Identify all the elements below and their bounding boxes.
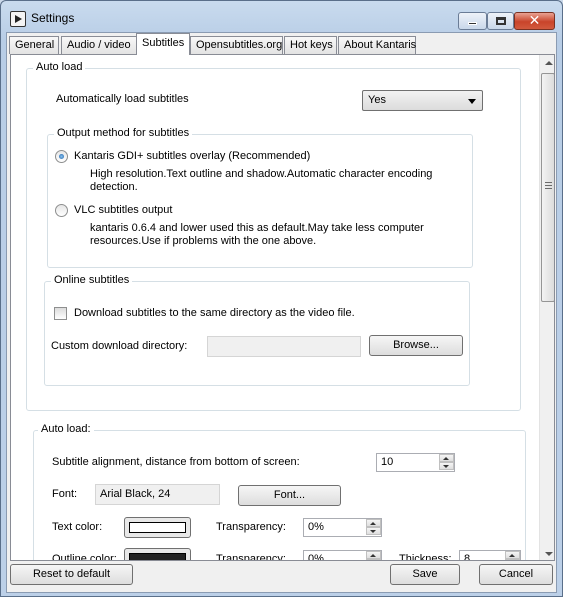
tab-about-kantaris[interactable]: About Kantaris: [338, 36, 416, 54]
subtitles-tab-panel: Auto load Automatically load subtitles Y…: [10, 54, 555, 561]
vlc-output-description-line2: resources.Use if problems with the one a…: [90, 235, 317, 247]
dialog-client-area: General Audio / video Subtitles Opensubt…: [6, 32, 557, 593]
subtitle-appearance-group-label: Auto load:: [38, 423, 94, 435]
tab-audio-video[interactable]: Audio / video: [61, 36, 137, 54]
browse-button[interactable]: Browse...: [369, 335, 463, 356]
text-transparency-label: Transparency:: [216, 521, 286, 533]
minimize-icon: [468, 22, 477, 25]
scroll-down-arrow-icon[interactable]: [540, 545, 554, 560]
gdi-overlay-description-line1: High resolution.Text outline and shadow.…: [90, 168, 433, 180]
tab-general[interactable]: General: [9, 36, 59, 54]
close-button[interactable]: ✕: [514, 12, 555, 30]
output-method-group-label: Output method for subtitles: [54, 127, 193, 139]
tab-opensubtitles[interactable]: Opensubtitles.org: [190, 36, 283, 54]
text-color-swatch: [129, 522, 186, 533]
auto-load-group-label: Auto load: [33, 61, 86, 73]
kantaris-app-icon: [10, 11, 26, 27]
subtitle-alignment-spin-buttons: [439, 454, 454, 471]
text-transparency-spinner[interactable]: 0%: [303, 518, 382, 537]
gdi-overlay-radio[interactable]: [55, 150, 68, 163]
scroll-up-arrow-icon[interactable]: [540, 55, 554, 72]
spin-down-icon[interactable]: [366, 559, 381, 560]
vlc-output-description-line1: kantaris 0.6.4 and lower used this as de…: [90, 222, 424, 234]
tab-strip: General Audio / video Subtitles Opensubt…: [7, 33, 556, 55]
online-subtitles-group-label: Online subtitles: [51, 274, 133, 286]
outline-transparency-spinner[interactable]: 0%: [303, 550, 382, 561]
vlc-output-label[interactable]: VLC subtitles output: [74, 204, 172, 216]
maximize-button[interactable]: [487, 12, 514, 30]
gdi-overlay-label[interactable]: Kantaris GDI+ subtitles overlay (Recomme…: [74, 150, 310, 162]
output-method-group: Output method for subtitles Kantaris GDI…: [47, 127, 473, 268]
custom-download-directory-label: Custom download directory:: [51, 340, 188, 352]
thickness-spin-buttons: [505, 551, 520, 560]
font-label: Font:: [52, 488, 78, 500]
tab-hot-keys[interactable]: Hot keys: [284, 36, 337, 54]
outline-color-label: Outline color:: [52, 553, 117, 561]
spin-down-icon[interactable]: [439, 462, 454, 470]
auto-load-subtitles-label: Automatically load subtitles: [56, 93, 189, 105]
window-title: Settings: [31, 11, 75, 25]
download-same-directory-label[interactable]: Download subtitles to the same directory…: [74, 307, 355, 319]
vlc-output-radio[interactable]: [55, 204, 68, 217]
scroll-content: Auto load Automatically load subtitles Y…: [11, 55, 538, 561]
outline-color-swatch: [129, 553, 186, 560]
auto-load-subtitles-dropdown[interactable]: Yes: [362, 90, 483, 111]
chevron-down-icon: [468, 99, 476, 104]
subtitle-alignment-spinner[interactable]: 10: [376, 453, 455, 472]
font-button[interactable]: Font...: [238, 485, 341, 506]
spin-down-icon[interactable]: [366, 527, 381, 535]
settings-window: Settings ✕ General Audio / video Subtitl…: [0, 0, 563, 597]
minimize-button[interactable]: [458, 12, 487, 30]
save-button[interactable]: Save: [390, 564, 460, 585]
text-color-button[interactable]: [124, 517, 191, 538]
online-subtitles-group: Online subtitles Download subtitles to t…: [44, 274, 470, 386]
tab-subtitles[interactable]: Subtitles: [136, 33, 190, 55]
auto-load-group: Auto load Automatically load subtitles Y…: [26, 61, 521, 411]
spin-up-icon[interactable]: [505, 551, 520, 559]
maximize-icon: [495, 17, 506, 25]
thickness-label: Thickness:: [399, 553, 452, 561]
outline-transparency-label: Transparency:: [216, 553, 286, 561]
outline-transparency-spin-buttons: [366, 551, 381, 560]
text-transparency-spin-buttons: [366, 519, 381, 536]
download-same-directory-checkbox[interactable]: [54, 307, 67, 320]
text-color-label: Text color:: [52, 521, 103, 533]
text-transparency-value: 0%: [308, 521, 324, 533]
gdi-overlay-description-line2: detection.: [90, 181, 138, 193]
outline-color-button[interactable]: [124, 548, 191, 560]
vertical-scrollbar[interactable]: [539, 55, 554, 560]
outline-transparency-value: 0%: [308, 553, 324, 561]
spin-up-icon[interactable]: [366, 551, 381, 559]
scrollbar-thumb[interactable]: [541, 73, 554, 302]
spin-up-icon[interactable]: [439, 454, 454, 462]
custom-download-directory-field[interactable]: [207, 336, 361, 357]
reset-to-default-button[interactable]: Reset to default: [10, 564, 133, 585]
title-bar[interactable]: Settings ✕: [1, 1, 562, 33]
auto-load-subtitles-value: Yes: [368, 94, 386, 106]
scrollbar-grip-icon: [545, 182, 552, 190]
close-icon: ✕: [528, 13, 541, 29]
spin-down-icon[interactable]: [505, 559, 520, 560]
subtitle-alignment-label: Subtitle alignment, distance from bottom…: [52, 456, 300, 468]
thickness-spinner[interactable]: 8: [459, 550, 521, 561]
thickness-value: 8: [464, 553, 471, 561]
subtitle-appearance-group: Auto load: Subtitle alignment, distance …: [33, 423, 526, 561]
spin-up-icon[interactable]: [366, 519, 381, 527]
font-value-field: Arial Black, 24: [95, 484, 220, 505]
cancel-button[interactable]: Cancel: [479, 564, 553, 585]
subtitle-alignment-value: 10: [381, 456, 394, 468]
